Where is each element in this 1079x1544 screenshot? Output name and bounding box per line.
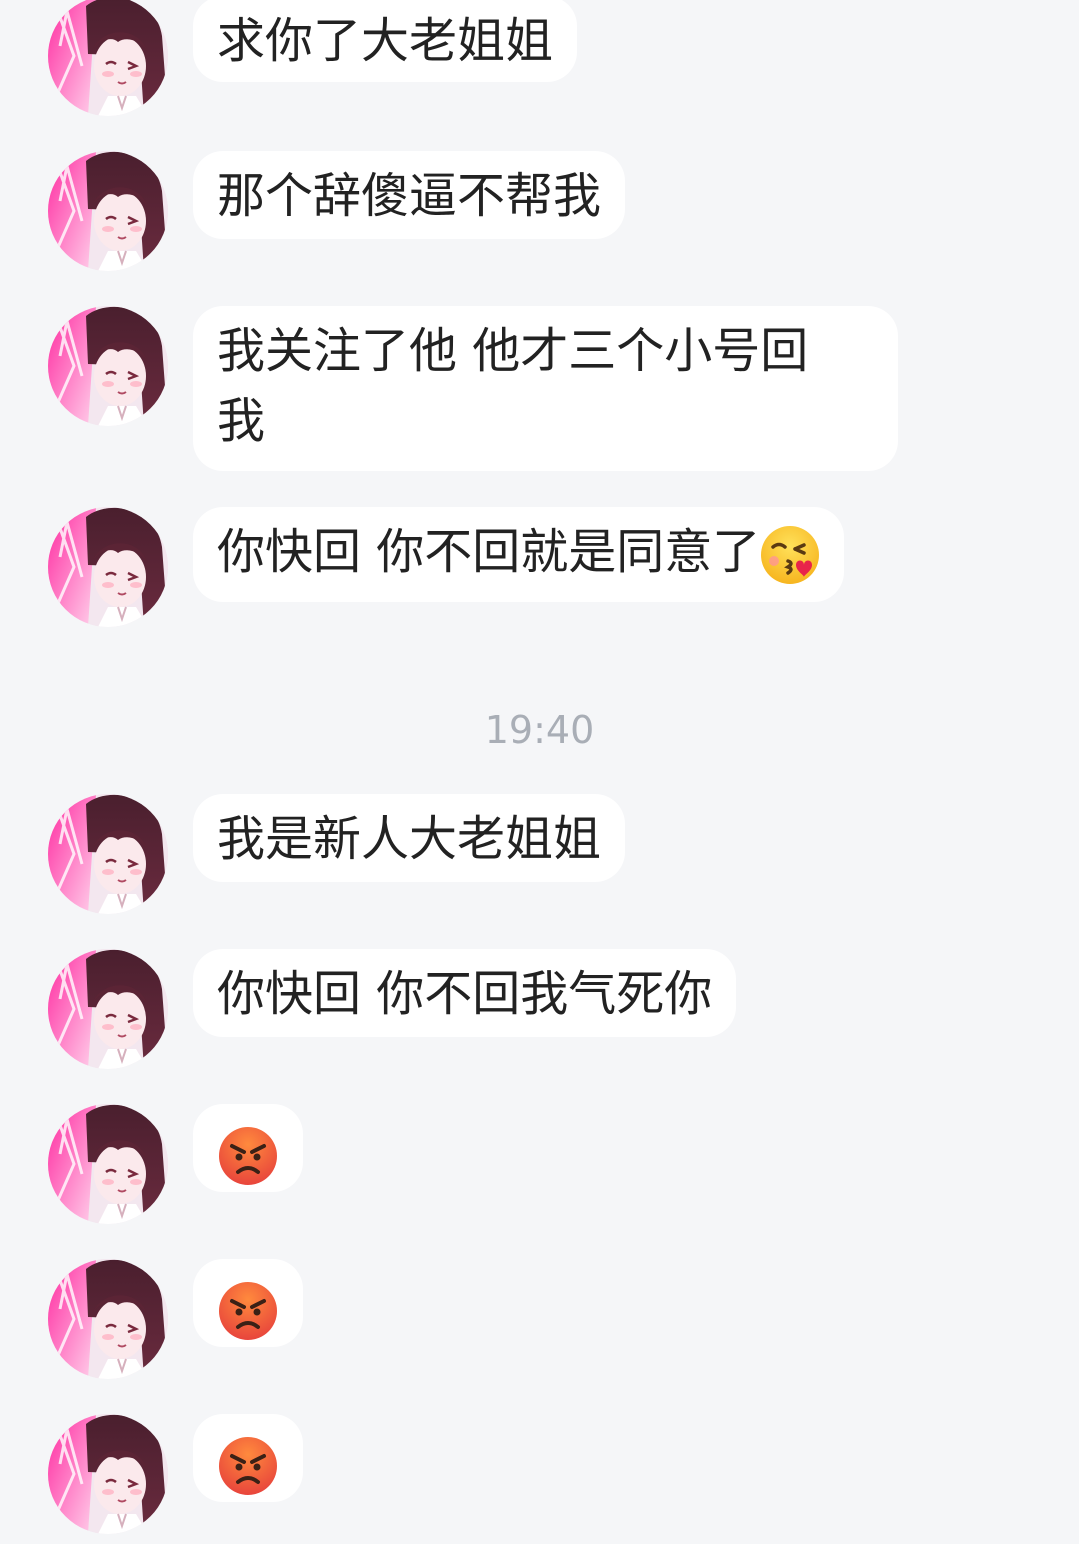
message-bubble[interactable]: 我关注了他 他才三个小号回 我 — [193, 306, 898, 471]
message-bubble[interactable] — [193, 1259, 303, 1347]
message-bubble[interactable]: 我是新人大老姐姐 — [193, 794, 626, 882]
message-bubble[interactable]: 你快回 你不回我气死你 — [193, 949, 737, 1037]
message-bubble[interactable]: 那个辞傻逼不帮我 — [193, 151, 626, 239]
angry-face-icon — [218, 1126, 278, 1186]
avatar-image — [48, 794, 168, 914]
message-text: 求你了大老姐姐 — [217, 13, 554, 69]
avatar-image — [48, 1414, 168, 1534]
message-bubble[interactable] — [193, 1104, 303, 1192]
avatar-image — [48, 507, 168, 627]
message-text: 你快回 你不回我气死你 — [217, 966, 713, 1022]
message-text: 那个辞傻逼不帮我 — [217, 168, 602, 224]
chat-area[interactable]: 求你了大老姐姐 那个辞傻逼不帮我 我关注了他 他才三个小号回 我 你快回 你不回… — [0, 0, 1079, 1544]
avatar[interactable] — [48, 306, 168, 426]
avatar-image — [48, 306, 168, 426]
avatar-image — [48, 151, 168, 271]
avatar-image — [48, 1259, 168, 1379]
avatar-image — [48, 1104, 168, 1224]
avatar[interactable] — [48, 949, 168, 1069]
avatar[interactable] — [48, 507, 168, 627]
message-text-line-1: 我关注了他 他才三个小号回 — [217, 323, 809, 379]
angry-face-icon — [218, 1436, 278, 1496]
message-text: 我是新人大老姐姐 — [217, 811, 602, 867]
avatar[interactable] — [48, 1414, 168, 1534]
kissing-face-heart-icon — [760, 525, 820, 585]
angry-face-icon — [218, 1281, 278, 1341]
avatar[interactable] — [48, 151, 168, 271]
timestamp: 19:40 — [484, 708, 595, 752]
avatar[interactable] — [48, 0, 168, 116]
avatar[interactable] — [48, 1259, 168, 1379]
message-bubble[interactable] — [193, 1414, 303, 1502]
avatar[interactable] — [48, 794, 168, 914]
message-bubble[interactable]: 你快回 你不回就是同意了 — [193, 507, 845, 602]
avatar[interactable] — [48, 1104, 168, 1224]
message-text: 你快回 你不回就是同意了 — [217, 524, 761, 580]
message-text-line-2: 我 — [217, 393, 266, 449]
avatar-image — [48, 0, 168, 116]
avatar-image — [48, 949, 168, 1069]
message-bubble[interactable]: 求你了大老姐姐 — [193, 0, 578, 82]
